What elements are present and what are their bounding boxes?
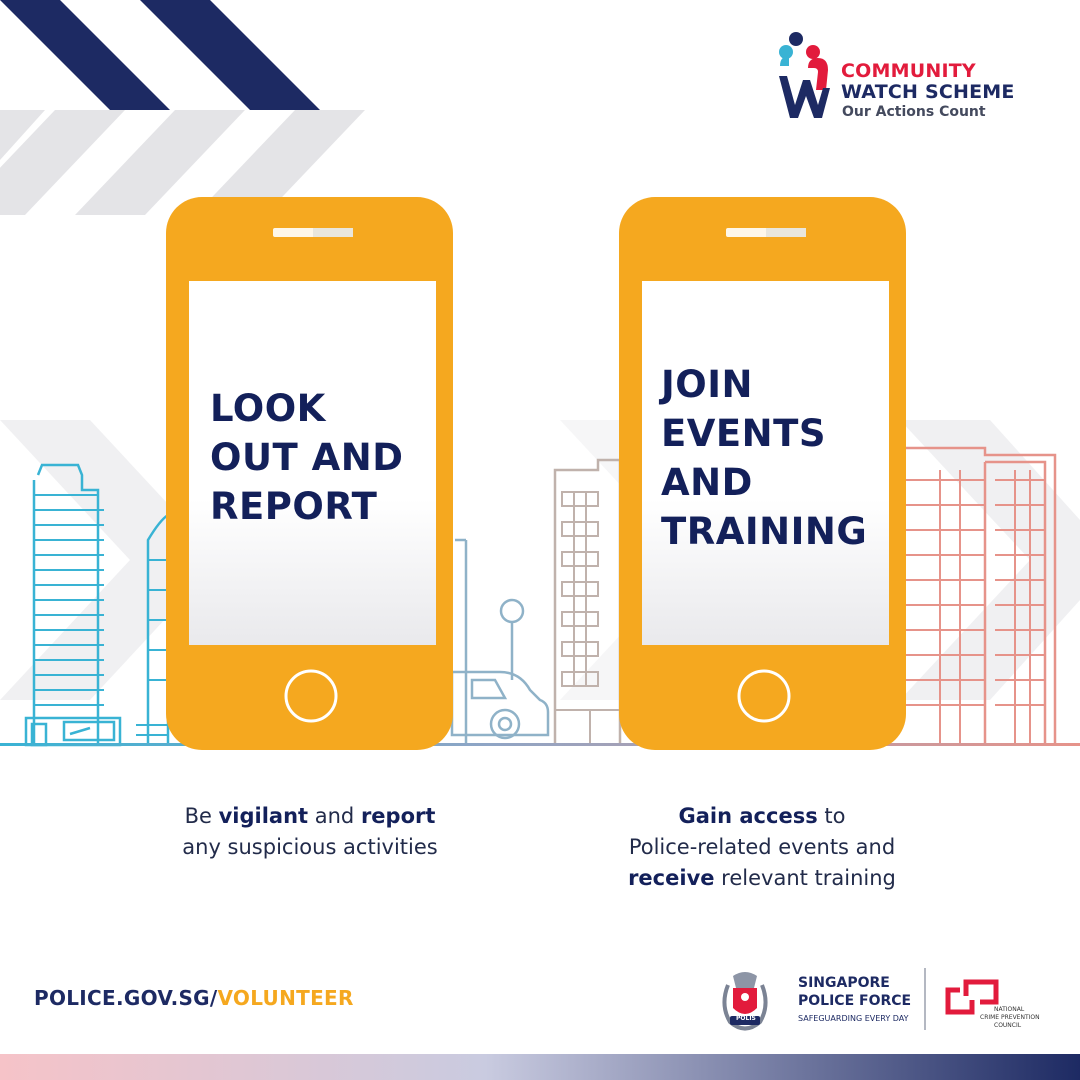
caption-right-text: to — [817, 804, 846, 828]
caption-left-bold: vigilant — [218, 804, 309, 828]
cws-logo-line1: COMMUNITY — [841, 60, 976, 82]
phone-left-line: OUT AND — [210, 436, 404, 479]
phone-right-line: TRAINING — [661, 510, 868, 553]
footer-url-highlight: VOLUNTEER — [217, 986, 354, 1010]
phone-left-line: LOOK — [210, 387, 326, 430]
grey-building — [553, 458, 622, 745]
phone-right-line: EVENTS — [661, 412, 827, 455]
spf-crest-label: POLIS — [736, 1015, 756, 1022]
spf-name-line1: SINGAPORE — [798, 975, 890, 991]
phone-right-heading: JOIN EVENTS AND TRAINING — [661, 360, 867, 556]
phone-left-heading: LOOK OUT AND REPORT — [210, 384, 403, 531]
spf-name-line2: POLICE FORCE — [798, 993, 912, 1009]
ncpc-logo-icon — [945, 979, 999, 1015]
caption-right-text: relevant training — [714, 866, 896, 890]
caption-left: Be vigilant and report any suspicious ac… — [110, 801, 510, 863]
navy-chevron-stripes — [0, 0, 320, 110]
phone-left-line: REPORT — [210, 485, 378, 528]
poster: COMMUNITY WATCH SCHEME Our Actions Count… — [0, 0, 1080, 1080]
grey-chevron-stripes — [0, 110, 1080, 700]
caption-right-line2: Police-related events and — [628, 835, 896, 859]
car-and-lamp — [450, 538, 550, 745]
phone-right-line: JOIN — [661, 363, 753, 406]
footer-url-link[interactable]: POLICE.GOV.SG/VOLUNTEER — [34, 986, 354, 1010]
caption-right-bold: Gain access — [678, 804, 818, 828]
caption-right: Gain access to Police-related events and… — [562, 801, 962, 894]
caption-left-text: Be — [184, 804, 219, 828]
ground-line — [0, 743, 1080, 746]
cws-logo-line2: WATCH SCHEME — [841, 81, 1015, 103]
phone-right-line: AND — [661, 461, 753, 504]
spf-tagline: SAFEGUARDING EVERY DAY — [798, 1014, 909, 1023]
cws-logo-tagline: Our Actions Count — [842, 104, 986, 120]
caption-left-text: and — [308, 804, 361, 828]
cws-logo-icon — [779, 32, 830, 118]
caption-left-bold: report — [360, 804, 436, 828]
ncpc-name-line3: COUNCIL — [994, 1022, 1022, 1029]
footer-url-main: POLICE.GOV.SG/ — [34, 986, 218, 1010]
caption-left-line2: any suspicious activities — [182, 835, 438, 859]
ncpc-name-line2: CRIME PREVENTION — [980, 1014, 1040, 1021]
background-art — [0, 0, 1080, 1080]
caption-right-bold: receive — [628, 866, 715, 890]
bottom-gradient-bar — [0, 1054, 1080, 1080]
ncpc-name-line1: NATIONAL — [994, 1006, 1025, 1013]
